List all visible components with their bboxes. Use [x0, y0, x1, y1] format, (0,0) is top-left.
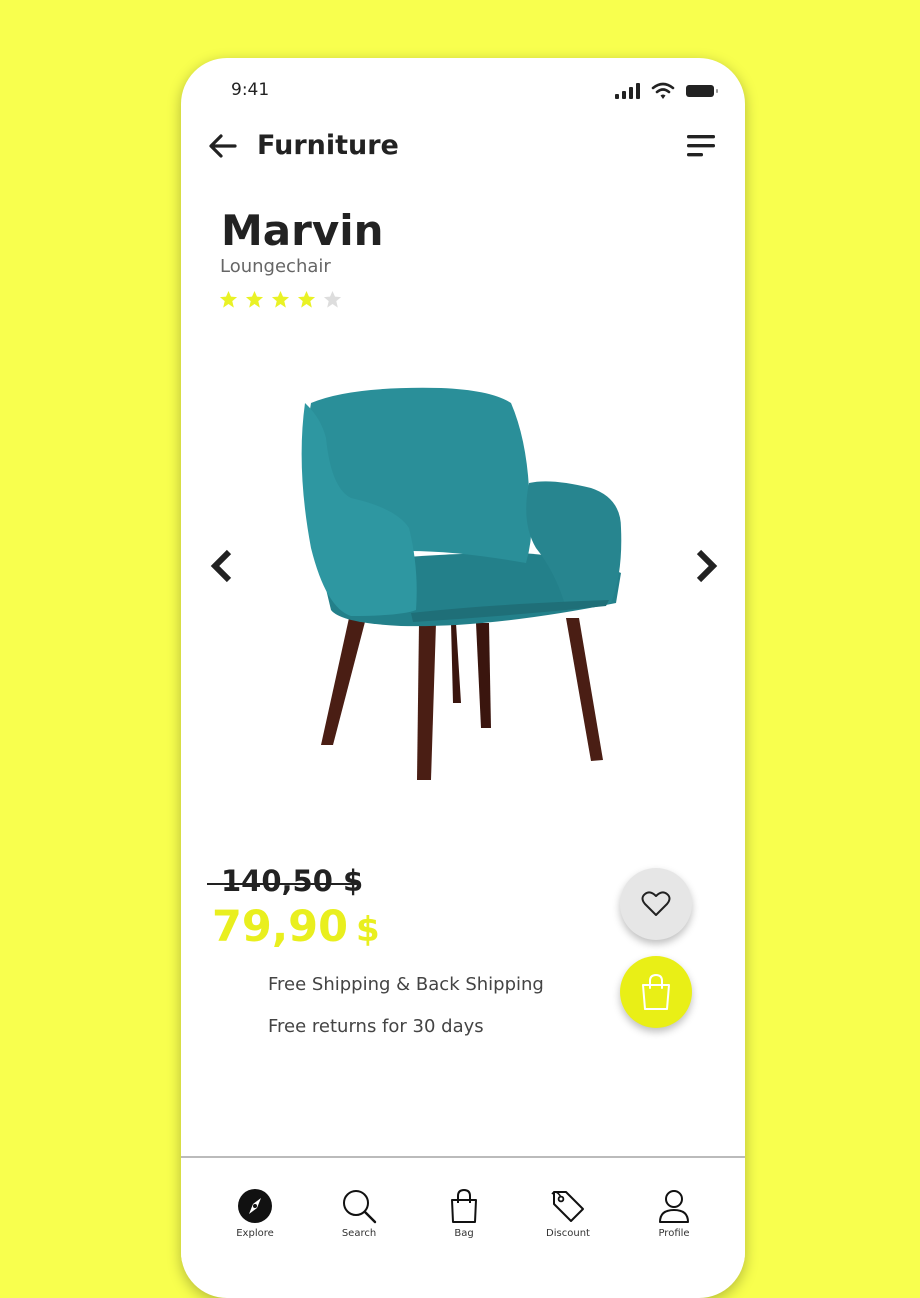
wifi-icon: [651, 82, 675, 99]
tab-label-discount: Discount: [546, 1228, 590, 1239]
tab-discount[interactable]: Discount: [528, 1188, 608, 1239]
user-icon: [659, 1190, 689, 1223]
status-time: 9:41: [231, 80, 270, 100]
add-to-bag-button[interactable]: [620, 956, 692, 1028]
phone-frame: 9:41 Furniture Marvin Loungechair 140,50…: [181, 58, 745, 1298]
sale-price: 79,90 $: [212, 902, 380, 952]
tab-label-explore: Explore: [236, 1228, 274, 1239]
bag-icon: [451, 1188, 477, 1223]
product-name: Marvin: [221, 206, 384, 255]
tab-search[interactable]: Search: [319, 1188, 399, 1239]
strikethrough-line: [207, 883, 359, 885]
signal-icon: [615, 83, 640, 99]
previous-arrow-icon[interactable]: [207, 548, 237, 584]
product-category: Loungechair: [220, 256, 331, 277]
feature-returns: Free returns for 30 days: [268, 1016, 484, 1037]
tab-explore[interactable]: Explore: [215, 1188, 295, 1239]
heart-icon: [641, 891, 671, 916]
tab-profile[interactable]: Profile: [634, 1188, 714, 1239]
star-empty-icon: [323, 290, 342, 308]
status-icons: [615, 82, 719, 100]
tab-label-profile: Profile: [658, 1228, 690, 1239]
compass-icon: [238, 1189, 272, 1223]
star-filled-icon: [271, 290, 290, 308]
tab-label-bag: Bag: [454, 1228, 474, 1239]
star-filled-icon: [219, 290, 238, 308]
tag-icon: [551, 1191, 584, 1222]
search-icon: [343, 1190, 377, 1224]
next-arrow-icon[interactable]: [691, 548, 721, 584]
sale-price-currency: $: [356, 910, 380, 950]
star-filled-icon: [297, 290, 316, 308]
filter-menu-icon[interactable]: [685, 132, 717, 160]
favorite-button[interactable]: [620, 868, 692, 940]
tab-bag[interactable]: Bag: [424, 1188, 504, 1239]
chair-image: [301, 387, 622, 780]
feature-shipping: Free Shipping & Back Shipping: [268, 974, 544, 995]
star-filled-icon: [245, 290, 264, 308]
rating-stars: [219, 290, 342, 309]
back-arrow-icon[interactable]: [207, 130, 239, 162]
bottom-tab-bar: Explore Search Bag Discount Profile: [181, 1156, 745, 1262]
top-bar: Furniture: [181, 128, 745, 168]
original-price: 140,50 $: [221, 864, 364, 898]
battery-icon: [686, 85, 718, 97]
page-title: Furniture: [257, 130, 399, 161]
tab-label-search: Search: [341, 1228, 377, 1239]
shopping-bag-icon: [642, 973, 670, 1010]
sale-price-value: 79,90: [212, 902, 349, 952]
